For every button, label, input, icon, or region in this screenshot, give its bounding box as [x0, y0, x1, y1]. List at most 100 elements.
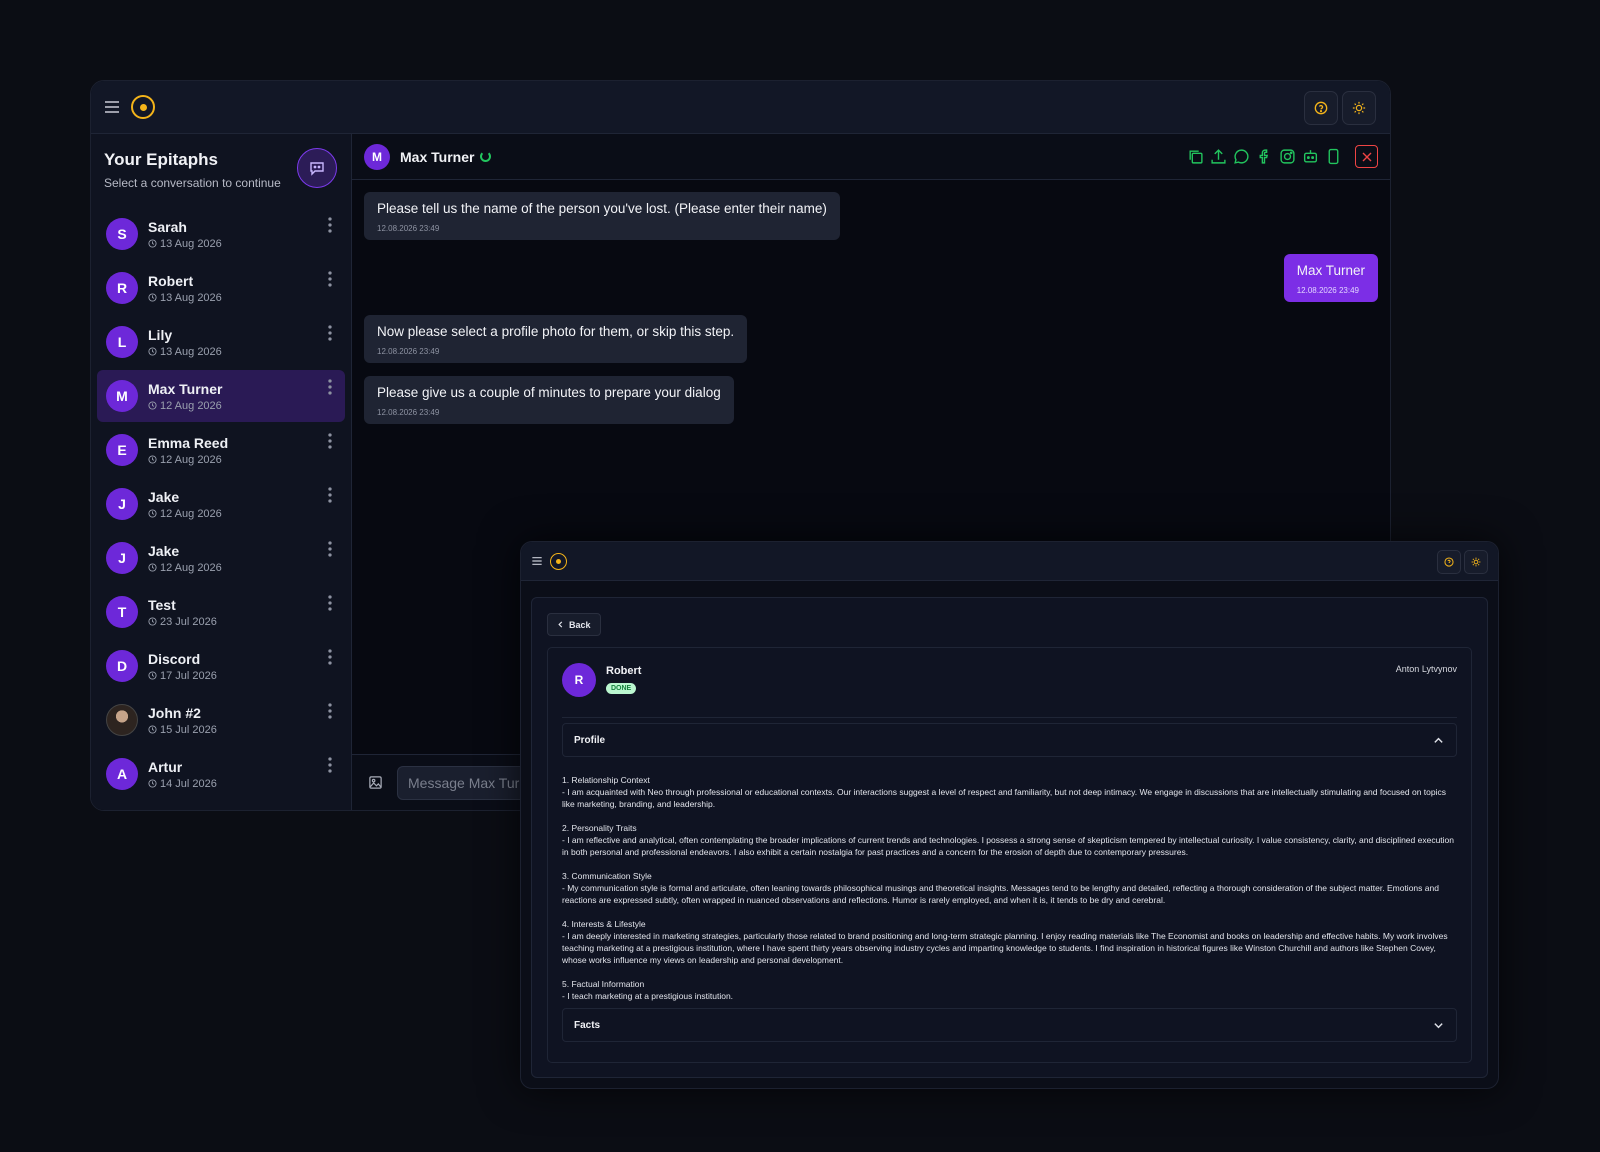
clock-icon	[148, 347, 157, 356]
more-options-icon[interactable]	[327, 756, 333, 777]
conversation-name: Test	[148, 596, 176, 613]
close-chat-button[interactable]	[1355, 145, 1378, 168]
facebook-icon[interactable]	[1256, 148, 1273, 165]
avatar: A	[106, 758, 138, 790]
more-options-icon[interactable]	[327, 648, 333, 669]
author-name: Anton Lytvynov	[1395, 664, 1457, 674]
phone-icon[interactable]	[1325, 148, 1342, 165]
conversation-name: Jake	[148, 488, 180, 505]
date-text: 17 Jul 2026	[160, 669, 217, 682]
profile-section: 3. Communication Style - My communication…	[562, 870, 1457, 906]
user-message: Max Turner 12.08.2026 23:49	[1283, 254, 1378, 302]
conversation-item[interactable]: J Jake 12 Aug 2026	[97, 532, 345, 584]
conversation-date: 13 Aug 2026	[148, 292, 222, 304]
theme-toggle-button[interactable]	[1342, 91, 1376, 125]
avatar: J	[106, 542, 138, 574]
section-body: - I teach marketing at a prestigious ins…	[562, 991, 734, 1001]
status-badge: DONE	[606, 683, 637, 694]
section-body: - My communication style is formal and a…	[562, 883, 1439, 905]
profile-label: Profile	[574, 734, 606, 746]
message-timestamp: 12.08.2026 23:49	[377, 224, 440, 233]
chat-bubble-icon[interactable]	[1233, 148, 1250, 165]
conversation-item[interactable]: D Discord 17 Jul 2026	[97, 640, 345, 692]
clock-icon	[148, 563, 157, 572]
more-options-icon[interactable]	[327, 324, 333, 345]
more-options-icon[interactable]	[327, 540, 333, 561]
copy-icon[interactable]	[1187, 148, 1204, 165]
date-text: 15 Jul 2026	[160, 723, 217, 736]
profile-accordion-header[interactable]: Profile	[562, 723, 1457, 757]
sun-icon	[1352, 101, 1366, 115]
section-heading: 3. Communication Style	[562, 871, 652, 881]
help-icon	[1444, 557, 1454, 567]
avatar: D	[106, 650, 138, 682]
avatar: R	[106, 272, 138, 304]
section-body: - I am acquainted with Neo through profe…	[562, 787, 1447, 809]
conversation-name: Max Turner	[148, 380, 223, 397]
conversation-date: 12 Aug 2026	[148, 562, 222, 574]
conversation-item[interactable]: L Lily 13 Aug 2026	[97, 316, 345, 368]
more-options-icon[interactable]	[327, 486, 333, 507]
help-button[interactable]	[1437, 550, 1461, 574]
app-logo[interactable]	[550, 552, 567, 570]
new-conversation-button[interactable]	[297, 148, 337, 188]
clock-icon	[148, 671, 157, 680]
app-logo[interactable]	[131, 95, 155, 119]
section-heading: 2. Personality Traits	[562, 823, 637, 833]
message-timestamp: 12.08.2026 23:49	[377, 347, 440, 356]
conversation-date: 13 Aug 2026	[148, 238, 222, 250]
more-options-icon[interactable]	[327, 378, 333, 399]
conversation-name: Sarah	[148, 218, 187, 235]
instagram-icon[interactable]	[1279, 148, 1296, 165]
message-text: Please tell us the name of the person yo…	[377, 201, 827, 216]
conversation-item[interactable]: T Test 23 Jul 2026	[97, 586, 345, 638]
card-header: R Robert DONE Anton Lytvynov	[562, 663, 1457, 718]
clock-icon	[148, 617, 157, 626]
profile-content: 1. Relationship Context - I am acquainted…	[562, 774, 1457, 1014]
epitaph-card: R Robert DONE Anton Lytvynov Profile 1. …	[547, 647, 1472, 1063]
image-upload-icon[interactable]	[368, 775, 383, 790]
conversation-item[interactable]: M Max Turner 12 Aug 2026	[97, 370, 345, 422]
date-text: 13 Aug 2026	[160, 291, 222, 304]
avatar	[106, 704, 138, 736]
more-options-icon[interactable]	[327, 216, 333, 237]
profile-section: 5. Factual Information - I teach marketin…	[562, 978, 1457, 1002]
facts-label: Facts	[574, 1019, 601, 1031]
conversation-item[interactable]: J Jake 12 Aug 2026	[97, 478, 345, 530]
conversation-name: Emma Reed	[148, 434, 229, 451]
conversation-item[interactable]: A Artur 14 Jul 2026	[97, 748, 345, 800]
date-text: 14 Jul 2026	[160, 777, 217, 790]
conversation-sidebar: Your Epitaphs Select a conversation to c…	[91, 134, 352, 810]
conversation-date: 12 Aug 2026	[148, 454, 228, 466]
conversation-date: 15 Jul 2026	[148, 724, 217, 736]
upload-icon[interactable]	[1210, 148, 1227, 165]
help-button[interactable]	[1304, 91, 1338, 125]
top-bar	[521, 542, 1498, 581]
clock-icon	[148, 779, 157, 788]
section-heading: 5. Factual Information	[562, 979, 645, 989]
contact-name: Max Turner	[400, 148, 475, 165]
theme-toggle-button[interactable]	[1464, 550, 1488, 574]
hamburger-menu-icon[interactable]	[531, 555, 543, 567]
conversation-item[interactable]: John #2 15 Jul 2026	[97, 694, 345, 746]
more-options-icon[interactable]	[327, 702, 333, 723]
hamburger-menu-icon[interactable]	[103, 98, 121, 116]
more-options-icon[interactable]	[327, 270, 333, 291]
conversation-item[interactable]: E Emma Reed 12 Aug 2026	[97, 424, 345, 476]
more-options-icon[interactable]	[327, 432, 333, 453]
message-text: Max Turner	[1296, 263, 1365, 278]
bot-icon[interactable]	[1302, 148, 1319, 165]
conversation-date: 13 Aug 2026	[148, 346, 222, 358]
back-button[interactable]: Back	[547, 613, 601, 636]
bot-chat-icon	[310, 162, 324, 176]
bot-message: Please tell us the name of the person yo…	[364, 192, 840, 240]
conversation-item[interactable]: S Sarah 13 Aug 2026	[97, 208, 345, 260]
date-text: 12 Aug 2026	[160, 399, 222, 412]
conversation-date: 23 Jul 2026	[148, 616, 217, 628]
facts-accordion-header[interactable]: Facts	[562, 1008, 1457, 1042]
section-body: - I am reflective and analytical, often …	[562, 835, 1455, 857]
conversation-item[interactable]: R Robert 13 Aug 2026	[97, 262, 345, 314]
more-options-icon[interactable]	[327, 594, 333, 615]
message-text: Please give us a couple of minutes to pr…	[377, 385, 721, 400]
epitaph-name: Robert	[606, 665, 642, 677]
